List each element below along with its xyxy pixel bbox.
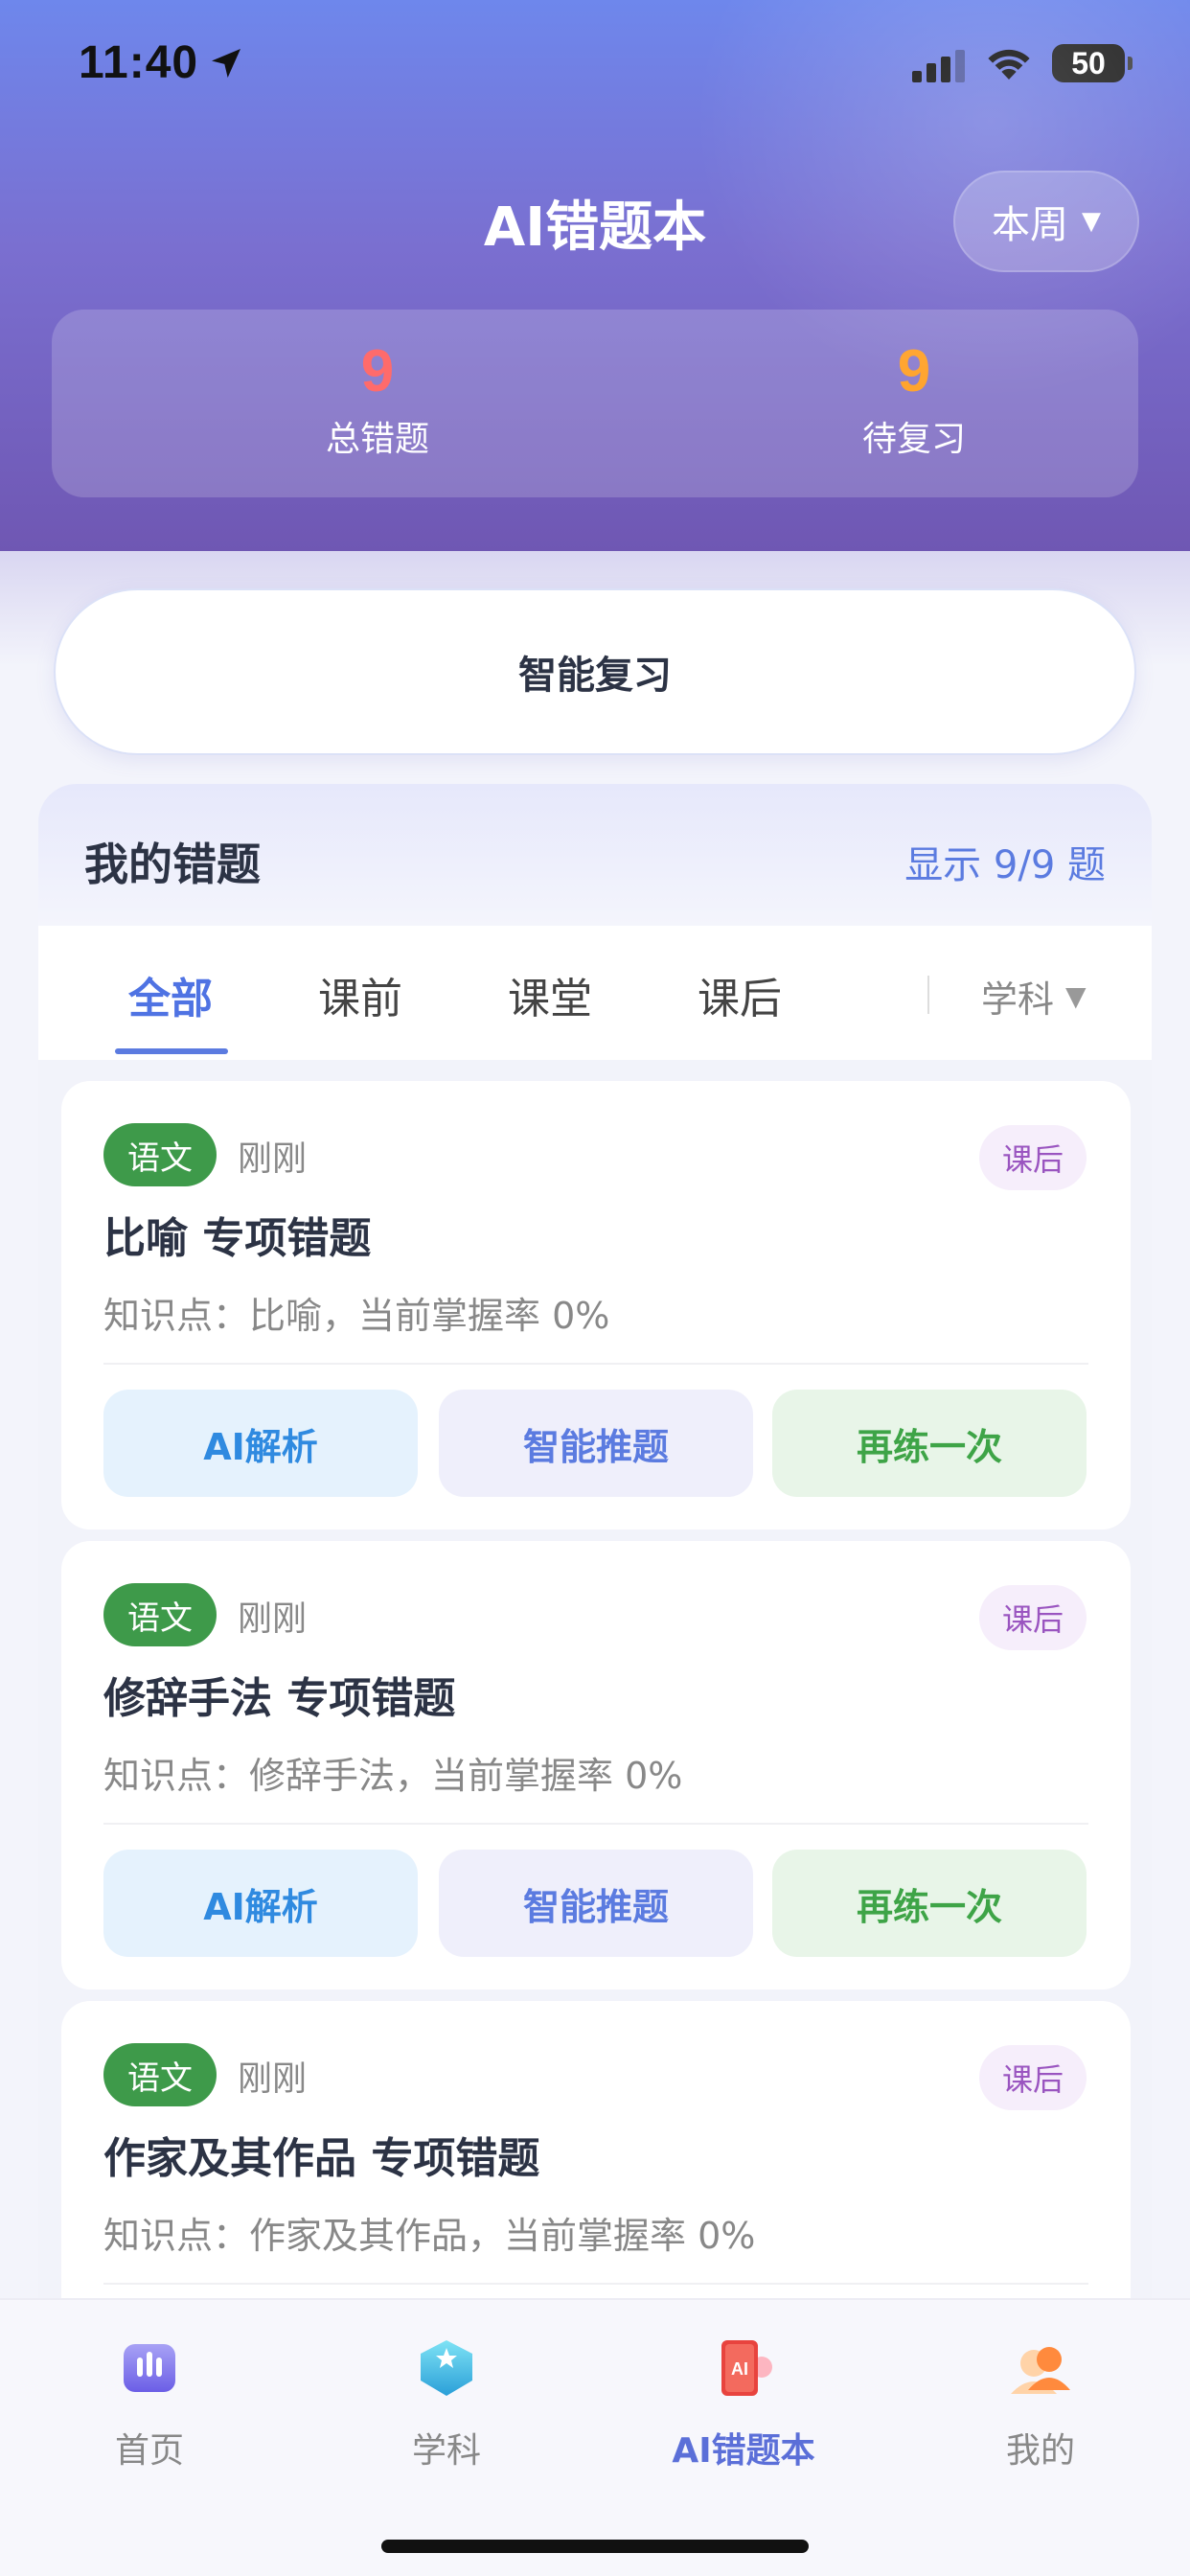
battery-icon: 50 [1052, 44, 1133, 82]
ai-analysis-button[interactable]: AI解析 [103, 1850, 418, 1957]
ai-notebook-icon: AI [721, 2340, 772, 2396]
cellular-signal-icon [912, 50, 965, 82]
active-tab-indicator [115, 1048, 228, 1054]
home-icon [124, 2344, 175, 2392]
subject-tag: 语文 [103, 1583, 217, 1646]
divider [927, 976, 929, 1014]
chevron-down-icon: ▼ [1082, 207, 1101, 236]
stat-label: 总错题 [325, 420, 429, 459]
card-knowledge: 知识点：修辞手法，当前掌握率 0% [103, 1755, 683, 1797]
panel-header: 我的错题 显示 9/9 题 [38, 784, 1152, 926]
tabbar-item-profile[interactable]: 我的 [945, 2334, 1136, 2472]
tab-after-class[interactable]: 课后 [698, 964, 782, 1025]
status-bar: 11:40 50 [0, 0, 1190, 126]
tab-before-class[interactable]: 课前 [318, 964, 402, 1025]
subject-filter-label: 学科 [981, 978, 1055, 1021]
location-arrow-icon [212, 49, 240, 78]
panel-title: 我的错题 [84, 839, 261, 890]
wifi-icon [988, 49, 1030, 80]
phase-tag: 课后 [979, 1125, 1087, 1190]
tabbar-label: 学科 [411, 2431, 481, 2471]
smart-review-button[interactable]: 智能复习 [54, 588, 1136, 755]
card-time: 刚刚 [238, 1139, 308, 1179]
divider [103, 1823, 1088, 1825]
tab-in-class[interactable]: 课堂 [508, 964, 592, 1025]
stat-pending-review[interactable]: 9 待复习 [770, 338, 1058, 461]
tab-all[interactable]: 全部 [128, 964, 213, 1025]
divider [103, 2283, 1088, 2285]
card-title: 比喻 专项错题 [103, 1214, 372, 1263]
stats-card: 9 总错题 9 待复习 [52, 310, 1138, 497]
header: 11:40 50 AI错题本 本周 ▼ 9 总错题 9 待复习 [0, 0, 1190, 551]
phase-tabs: 全部 课前 课堂 课后 学科 ▼ [38, 926, 1152, 1060]
stat-label: 待复习 [861, 420, 966, 459]
subject-tag: 语文 [103, 1123, 217, 1186]
svg-text:AI: AI [731, 2359, 748, 2379]
card-time: 刚刚 [238, 2059, 308, 2099]
subject-tag: 语文 [103, 2043, 217, 2106]
practice-again-button[interactable]: 再练一次 [772, 1390, 1087, 1497]
divider [103, 1363, 1088, 1365]
period-selector[interactable]: 本周 ▼ [953, 171, 1139, 272]
period-label: 本周 [992, 203, 1068, 247]
card-time: 刚刚 [238, 1599, 308, 1639]
stat-value: 9 [360, 338, 395, 404]
tabbar-label: 我的 [1005, 2431, 1075, 2471]
phase-tag: 课后 [979, 2045, 1087, 2110]
smart-recommend-button[interactable]: 智能推题 [439, 1390, 753, 1497]
tabbar-item-subject[interactable]: 学科 [351, 2334, 542, 2472]
card-title: 作家及其作品 专项错题 [103, 2134, 540, 2183]
tabbar-label: 首页 [114, 2431, 184, 2471]
mistake-card[interactable]: 语文 刚刚 课后 修辞手法 专项错题 知识点：修辞手法，当前掌握率 0% AI解… [61, 1541, 1131, 1990]
card-title: 修辞手法 专项错题 [103, 1674, 456, 1723]
tabbar-item-ai-notebook[interactable]: AI AI错题本 [648, 2334, 839, 2472]
phase-tag: 课后 [979, 1585, 1087, 1650]
stat-value: 9 [897, 338, 931, 404]
tabbar-label: AI错题本 [672, 2431, 815, 2471]
smart-recommend-button[interactable]: 智能推题 [439, 1850, 753, 1957]
panel-count: 显示 9/9 题 [904, 843, 1106, 887]
subject-filter[interactable]: 学科 ▼ [981, 970, 1087, 1023]
page-title: AI错题本 [483, 196, 707, 259]
tabbar-item-home[interactable]: 首页 [54, 2334, 245, 2472]
card-knowledge: 知识点：作家及其作品，当前掌握率 0% [103, 2215, 756, 2257]
card-knowledge: 知识点：比喻，当前掌握率 0% [103, 1295, 610, 1337]
ai-analysis-button[interactable]: AI解析 [103, 1390, 418, 1497]
chevron-down-icon: ▼ [1065, 980, 1087, 1012]
status-time: 11:40 [79, 37, 199, 88]
practice-again-button[interactable]: 再练一次 [772, 1850, 1087, 1957]
subject-icon [421, 2340, 472, 2396]
stat-total-errors[interactable]: 9 总错题 [234, 338, 521, 461]
mistake-card[interactable]: 语文 刚刚 课后 比喻 专项错题 知识点：比喻，当前掌握率 0% AI解析 智能… [61, 1081, 1131, 1530]
home-indicator [381, 2540, 809, 2553]
bottom-tab-bar: 首页 学科 AI AI错题本 我的 [0, 2298, 1190, 2576]
profile-icon [1011, 2347, 1070, 2394]
